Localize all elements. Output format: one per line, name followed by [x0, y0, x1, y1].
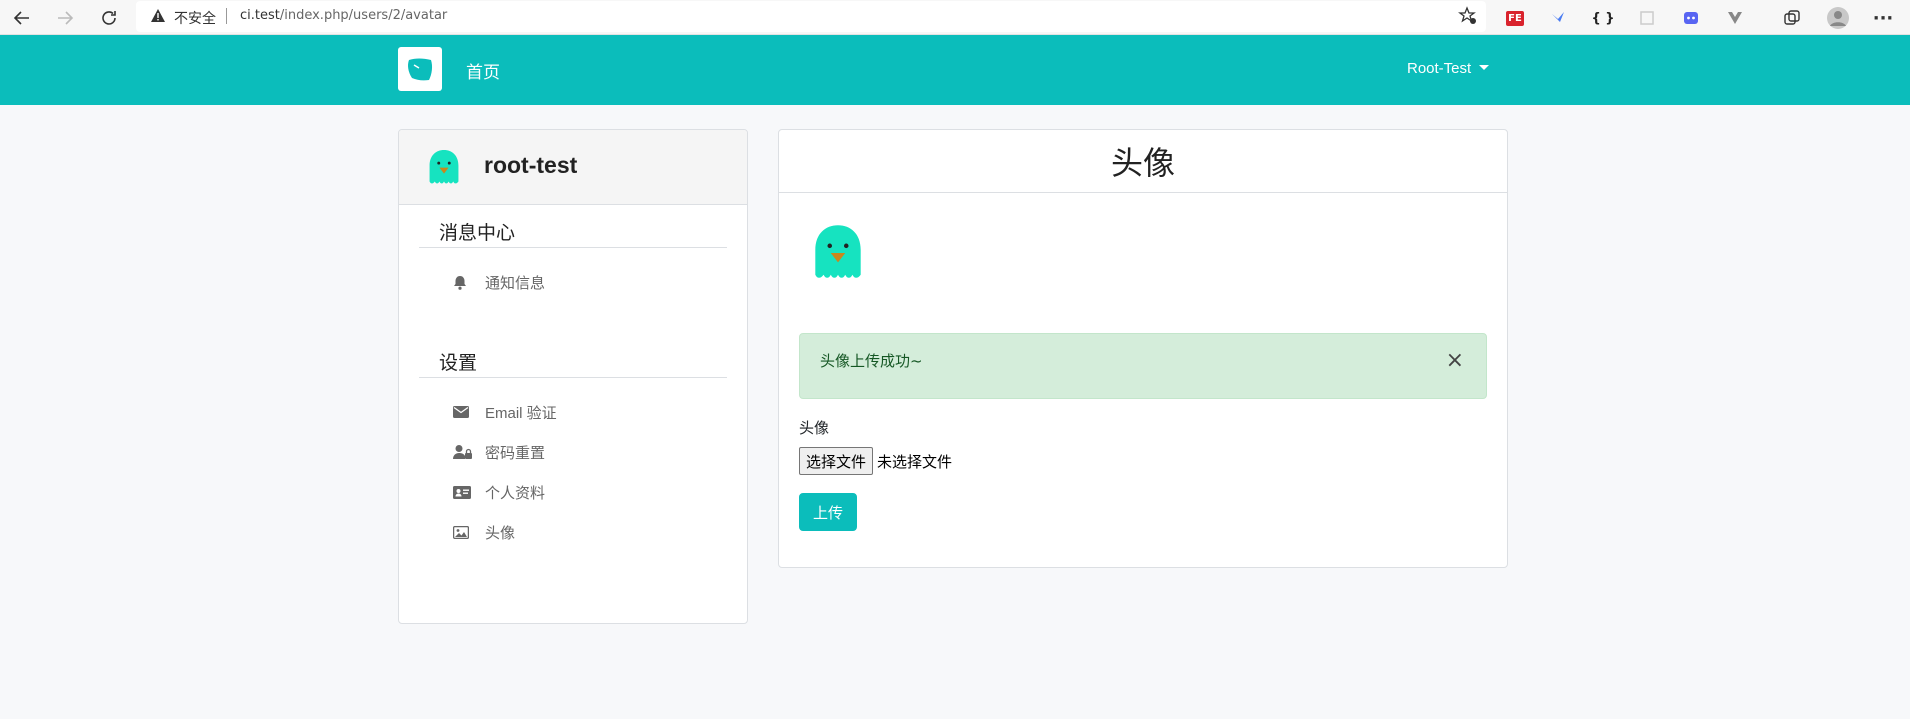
- avatar: [423, 146, 465, 192]
- current-avatar: [805, 219, 871, 289]
- close-icon[interactable]: ×: [1446, 350, 1464, 372]
- user-dropdown-label: Root-Test: [1407, 60, 1472, 77]
- grid-extension-icon[interactable]: [1634, 5, 1660, 31]
- fe-extension-icon[interactable]: FE: [1502, 5, 1528, 31]
- sidebar-card: root-test 消息中心 通知信息 设置 Email 验证 密码重置 个人资…: [398, 129, 748, 624]
- url-text: ci.test/index.php/users/2/avatar: [240, 8, 447, 23]
- file-input: 选择文件 未选择文件: [799, 447, 952, 475]
- logo-icon: [408, 58, 433, 81]
- caret-down-icon: [1479, 65, 1490, 70]
- sidebar-item-label: 头像: [485, 524, 516, 542]
- id-card-icon: [453, 485, 475, 499]
- site-logo[interactable]: [398, 47, 442, 91]
- sidebar-item-label: 个人资料: [485, 484, 546, 502]
- file-status: 未选择文件: [877, 452, 953, 471]
- success-alert: 头像上传成功~ ×: [799, 333, 1487, 399]
- site-navbar: 首页 Root-Test: [0, 35, 1910, 105]
- address-bar[interactable]: 不安全 ci.test/index.php/users/2/avatar: [136, 1, 1486, 32]
- url-path: /index.php/users/2/avatar: [279, 8, 448, 23]
- security-label: 不安全: [174, 11, 216, 27]
- bird-extension-icon[interactable]: [1545, 5, 1571, 31]
- section-divider: [419, 377, 727, 378]
- choose-file-button[interactable]: 选择文件: [799, 447, 874, 475]
- more-menu-icon[interactable]: ···: [1870, 5, 1896, 31]
- section-title-messages: 消息中心: [439, 222, 516, 244]
- reload-button[interactable]: [95, 4, 123, 32]
- avatar-card: 头像 头像上传成功~ × 头像 选择文件 未选择文件 上传: [778, 129, 1508, 568]
- sidebar-item-avatar[interactable]: 头像: [453, 521, 515, 543]
- sidebar-item-email-verify[interactable]: Email 验证: [453, 401, 557, 423]
- user-dropdown[interactable]: Root-Test: [1407, 60, 1490, 77]
- sidebar-item-label: Email 验证: [485, 404, 557, 422]
- arrow-right-icon: [58, 11, 74, 25]
- vue-extension-icon[interactable]: [1722, 5, 1748, 31]
- profile-icon[interactable]: [1825, 5, 1851, 31]
- section-title-settings: 设置: [439, 352, 478, 374]
- card-header: 头像: [779, 130, 1507, 193]
- reload-icon: [102, 11, 116, 25]
- sidebar-item-profile[interactable]: 个人资料: [453, 481, 545, 503]
- envelope-icon: [453, 406, 475, 418]
- collections-icon[interactable]: [1779, 5, 1805, 31]
- forward-button[interactable]: [51, 4, 79, 32]
- url-host: ci.test: [240, 8, 280, 23]
- bell-icon: [453, 275, 475, 290]
- sidebar-item-password-reset[interactable]: 密码重置: [453, 441, 545, 463]
- sidebar-item-label: 密码重置: [485, 444, 546, 462]
- nav-home-link[interactable]: 首页: [466, 58, 500, 83]
- upload-button[interactable]: 上传: [799, 493, 857, 531]
- sidebar-item-label: 通知信息: [485, 274, 546, 292]
- sidebar-item-notifications[interactable]: 通知信息: [453, 271, 545, 293]
- section-divider: [419, 247, 727, 248]
- image-icon: [453, 525, 475, 539]
- warning-icon: [150, 8, 166, 27]
- page-title: 头像: [1110, 144, 1175, 182]
- user-lock-icon: [453, 444, 475, 460]
- avatar-field-label: 头像: [799, 419, 830, 437]
- address-divider: [226, 8, 227, 24]
- back-button[interactable]: [8, 4, 36, 32]
- discord-extension-icon[interactable]: [1678, 5, 1704, 31]
- browser-toolbar: 不安全 ci.test/index.php/users/2/avatar FE …: [0, 0, 1910, 35]
- sidebar-header: root-test: [399, 130, 747, 205]
- arrow-left-icon: [13, 11, 29, 25]
- alert-message: 头像上传成功~: [820, 352, 923, 370]
- favorite-icon[interactable]: [1458, 6, 1478, 30]
- sidebar-username: root-test: [484, 152, 578, 178]
- json-extension-icon[interactable]: { }: [1590, 5, 1616, 31]
